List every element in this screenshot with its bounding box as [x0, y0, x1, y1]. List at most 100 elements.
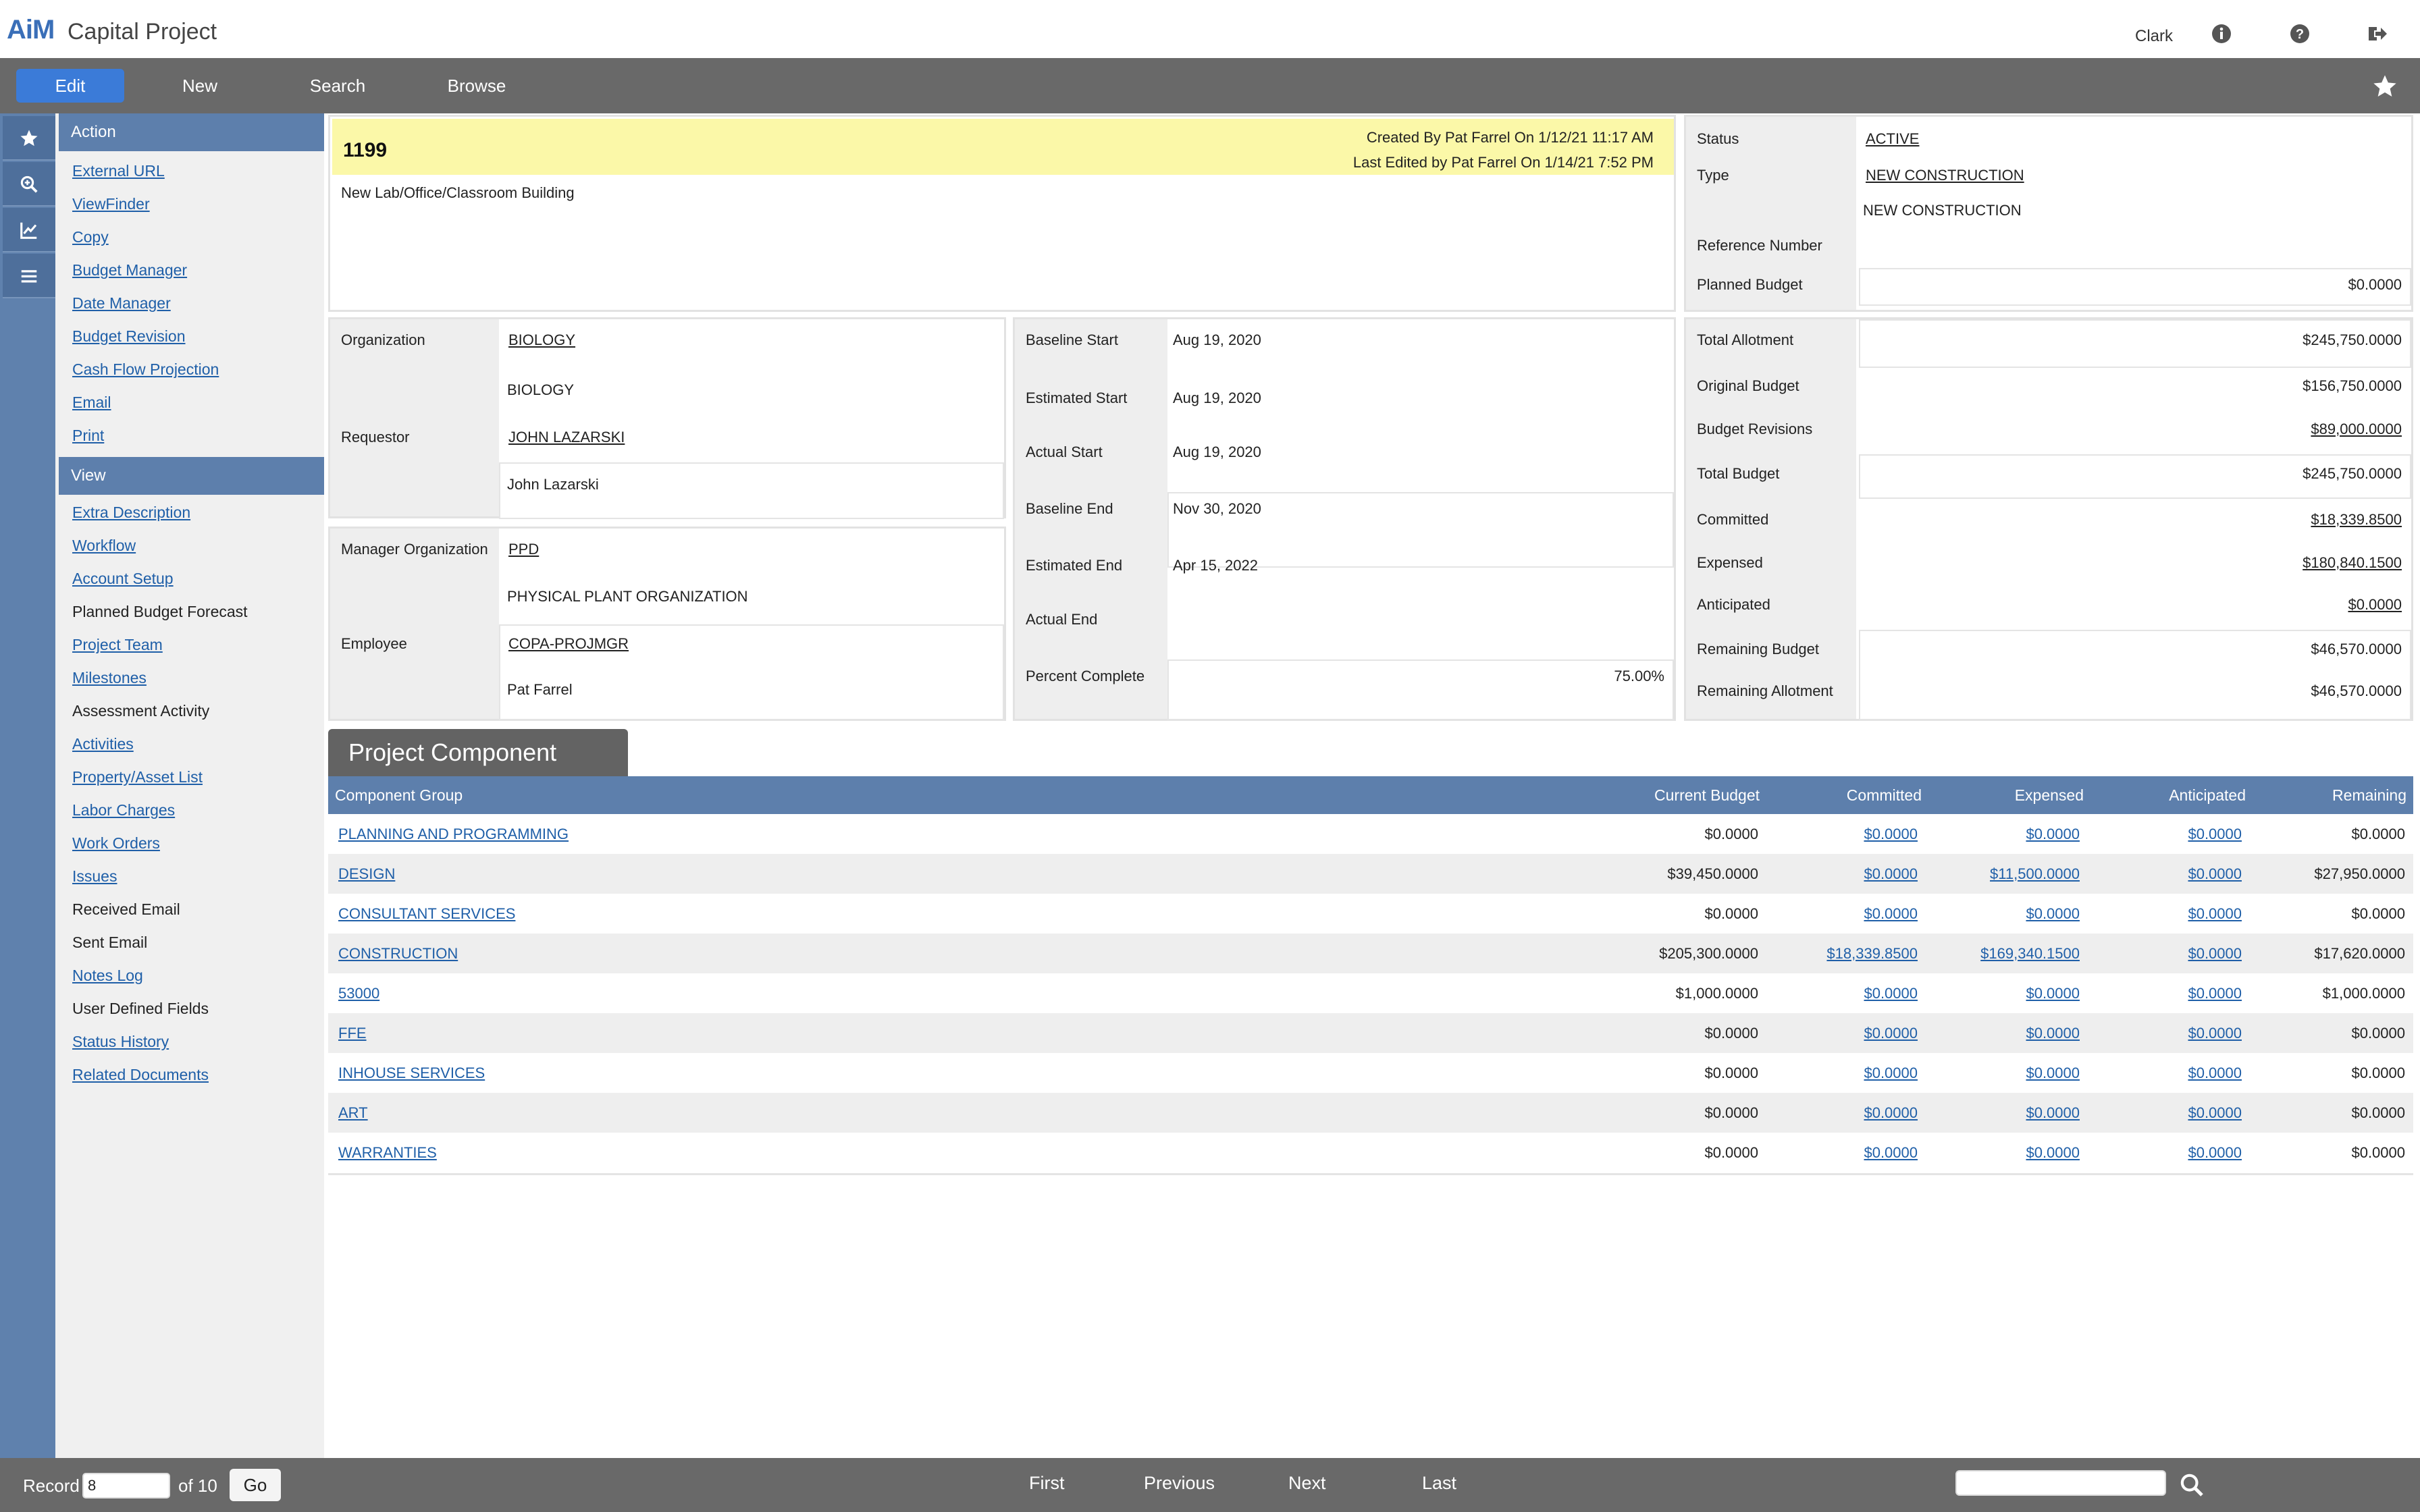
organization-value-link[interactable]: BIOLOGY — [508, 331, 575, 349]
column-header-remaining[interactable]: Remaining — [2332, 776, 2406, 814]
component-group-tab[interactable]: Project Component Group — [328, 729, 628, 813]
view-item-extra-description[interactable]: Extra Description — [72, 502, 190, 522]
expensed-link[interactable]: $0.0000 — [2026, 894, 2080, 934]
component-group-link[interactable]: WARRANTIES — [338, 1133, 437, 1172]
column-header-anticipated[interactable]: Anticipated — [2169, 776, 2246, 814]
new-button[interactable]: New — [153, 69, 247, 103]
status-value-link[interactable]: ACTIVE — [1866, 130, 1919, 148]
committed-link[interactable]: $0.0000 — [1864, 814, 1918, 854]
anticipated-link[interactable]: $0.0000 — [2188, 854, 2242, 894]
expensed-link[interactable]: $169,340.1500 — [1980, 934, 2080, 973]
action-item-external-url[interactable]: External URL — [72, 161, 165, 181]
view-item-user-defined-fields[interactable]: User Defined Fields — [72, 998, 209, 1019]
browse-button[interactable]: Browse — [429, 69, 524, 103]
anticipated-link[interactable]: $0.0000 — [2188, 934, 2242, 973]
user-name[interactable]: Clark — [2135, 27, 2173, 46]
next-record-button[interactable]: Next — [1288, 1473, 1326, 1494]
expensed-link[interactable]: $180,840.1500 — [2303, 554, 2402, 572]
rail-menu-button[interactable] — [3, 254, 55, 298]
view-item-account-setup[interactable]: Account Setup — [72, 568, 174, 589]
anticipated-link[interactable]: $0.0000 — [2348, 596, 2402, 614]
action-item-viewfinder[interactable]: ViewFinder — [72, 194, 150, 214]
action-item-cash-flow-projection[interactable]: Cash Flow Projection — [72, 359, 219, 379]
action-item-budget-revision[interactable]: Budget Revision — [72, 326, 186, 346]
component-group-link[interactable]: INHOUSE SERVICES — [338, 1053, 485, 1093]
record-number-input[interactable] — [82, 1473, 170, 1498]
committed-link[interactable]: $0.0000 — [1864, 1133, 1918, 1172]
committed-link[interactable]: $18,339.8500 — [2311, 511, 2402, 529]
action-item-email[interactable]: Email — [72, 392, 111, 412]
column-header-current-budget[interactable]: Current Budget — [1654, 776, 1760, 814]
rail-chart-button[interactable] — [3, 208, 55, 252]
anticipated-link[interactable]: $0.0000 — [2188, 814, 2242, 854]
logout-icon[interactable] — [2366, 23, 2388, 45]
search-button[interactable]: Search — [290, 69, 385, 103]
action-item-budget-manager[interactable]: Budget Manager — [72, 260, 187, 280]
view-item-status-history[interactable]: Status History — [72, 1031, 169, 1052]
anticipated-link[interactable]: $0.0000 — [2188, 894, 2242, 934]
action-item-date-manager[interactable]: Date Manager — [72, 293, 171, 313]
anticipated-link[interactable]: $0.0000 — [2188, 973, 2242, 1013]
view-item-work-orders[interactable]: Work Orders — [72, 833, 160, 853]
committed-link[interactable]: $0.0000 — [1864, 1053, 1918, 1093]
component-group-link[interactable]: CONSULTANT SERVICES — [338, 894, 515, 934]
action-item-print[interactable]: Print — [72, 425, 104, 446]
budget-revisions-link[interactable]: $89,000.0000 — [2311, 421, 2402, 438]
go-button[interactable]: Go — [230, 1469, 281, 1501]
view-item-project-team[interactable]: Project Team — [72, 634, 163, 655]
action-item-copy[interactable]: Copy — [72, 227, 109, 247]
committed-link[interactable]: $18,339.8500 — [1826, 934, 1918, 973]
view-item-labor-charges[interactable]: Labor Charges — [72, 800, 175, 820]
anticipated-link[interactable]: $0.0000 — [2188, 1053, 2242, 1093]
view-item-related-documents[interactable]: Related Documents — [72, 1064, 209, 1085]
component-group-link[interactable]: ART — [338, 1093, 368, 1133]
previous-record-button[interactable]: Previous — [1144, 1473, 1215, 1494]
component-group-link[interactable]: 53000 — [338, 973, 379, 1013]
expensed-link[interactable]: $0.0000 — [2026, 1133, 2080, 1172]
rail-zoom-button[interactable] — [3, 162, 55, 207]
first-record-button[interactable]: First — [1029, 1473, 1064, 1494]
expensed-link[interactable]: $11,500.0000 — [1990, 854, 2080, 894]
component-group-link[interactable]: DESIGN — [338, 854, 395, 894]
view-item-assessment-activity[interactable]: Assessment Activity — [72, 701, 209, 721]
column-header-expensed[interactable]: Expensed — [2015, 776, 2084, 814]
column-header-committed[interactable]: Committed — [1847, 776, 1922, 814]
view-item-issues[interactable]: Issues — [72, 866, 117, 886]
employee-link[interactable]: COPA-PROJMGR — [508, 635, 629, 653]
edit-button[interactable]: Edit — [16, 69, 124, 103]
committed-link[interactable]: $0.0000 — [1864, 1093, 1918, 1133]
expensed-link[interactable]: $0.0000 — [2026, 1053, 2080, 1093]
view-item-notes-log[interactable]: Notes Log — [72, 965, 143, 986]
favorite-star-icon[interactable] — [2371, 73, 2398, 100]
view-item-activities[interactable]: Activities — [72, 734, 134, 754]
view-item-milestones[interactable]: Milestones — [72, 668, 147, 688]
footer-search-input[interactable] — [1955, 1470, 2166, 1496]
expensed-link[interactable]: $0.0000 — [2026, 1013, 2080, 1053]
component-group-link[interactable]: CONSTRUCTION — [338, 934, 458, 973]
committed-link[interactable]: $0.0000 — [1864, 894, 1918, 934]
component-group-link[interactable]: PLANNING AND PROGRAMMING — [338, 814, 569, 854]
help-icon[interactable]: ? — [2289, 23, 2311, 45]
view-item-planned-budget-forecast[interactable]: Planned Budget Forecast — [72, 601, 248, 622]
view-item-received-email[interactable]: Received Email — [72, 899, 180, 919]
committed-link[interactable]: $0.0000 — [1864, 1013, 1918, 1053]
anticipated-link[interactable]: $0.0000 — [2188, 1133, 2242, 1172]
last-record-button[interactable]: Last — [1422, 1473, 1456, 1494]
rail-favorites-button[interactable] — [3, 116, 55, 161]
type-value-link[interactable]: NEW CONSTRUCTION — [1866, 167, 2024, 184]
manager-organization-link[interactable]: PPD — [508, 541, 539, 558]
component-group-link[interactable]: FFE — [338, 1013, 367, 1053]
committed-link[interactable]: $0.0000 — [1864, 973, 1918, 1013]
expensed-link[interactable]: $0.0000 — [2026, 814, 2080, 854]
search-icon[interactable] — [2178, 1472, 2205, 1503]
info-icon[interactable] — [2211, 23, 2232, 45]
view-item-property-asset-list[interactable]: Property/Asset List — [72, 767, 203, 787]
expensed-link[interactable]: $0.0000 — [2026, 973, 2080, 1013]
view-item-workflow[interactable]: Workflow — [72, 535, 136, 556]
anticipated-link[interactable]: $0.0000 — [2188, 1093, 2242, 1133]
view-item-sent-email[interactable]: Sent Email — [72, 932, 147, 952]
column-header-component-group[interactable]: Component Group — [335, 776, 463, 814]
committed-link[interactable]: $0.0000 — [1864, 854, 1918, 894]
expensed-link[interactable]: $0.0000 — [2026, 1093, 2080, 1133]
requestor-value-link[interactable]: JOHN LAZARSKI — [508, 429, 625, 446]
